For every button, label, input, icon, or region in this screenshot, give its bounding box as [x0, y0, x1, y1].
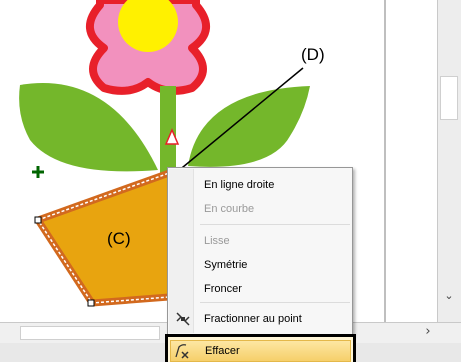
vertical-scrollbar[interactable]: [437, 0, 461, 326]
callout-label-c: (C): [107, 229, 131, 248]
menu-item-smooth[interactable]: Lisse: [204, 234, 230, 248]
context-menu: [167, 167, 353, 335]
split-point-icon: [176, 312, 190, 326]
callout-label-d: (D): [301, 45, 325, 64]
menu-item-erase[interactable]: [170, 340, 351, 362]
right-leaf: [188, 86, 310, 167]
erase-point-icon: [175, 344, 189, 359]
horizontal-scroll-thumb[interactable]: [20, 326, 160, 340]
menu-item-gather[interactable]: Froncer: [204, 282, 242, 296]
menu-separator: [200, 224, 350, 225]
plus-cursor-icon: [32, 166, 44, 178]
menu-item-symmetry[interactable]: Symétrie: [204, 258, 247, 272]
menu-item-split-at-point[interactable]: Fractionner au point: [204, 312, 302, 326]
left-leaf: [19, 83, 158, 172]
menu-item-curve[interactable]: En courbe: [204, 202, 254, 216]
scroll-right-icon[interactable]: ›: [418, 323, 438, 341]
design-workspace[interactable]: (C) (D) ⌄ › En ligne droite En courbe Li…: [0, 0, 461, 362]
vertical-scroll-thumb[interactable]: [440, 76, 458, 120]
flower-stem: [160, 86, 176, 176]
point-handle[interactable]: [87, 299, 95, 307]
context-menu-icon-gutter: [169, 169, 194, 333]
scroll-down-icon[interactable]: ⌄: [440, 288, 458, 304]
menu-item-erase-label: Effacer: [205, 345, 240, 357]
menu-separator: [200, 302, 350, 303]
menu-item-straight-line[interactable]: En ligne droite: [204, 178, 274, 192]
point-handle[interactable]: [34, 216, 42, 224]
flower-petals: [86, 0, 210, 95]
